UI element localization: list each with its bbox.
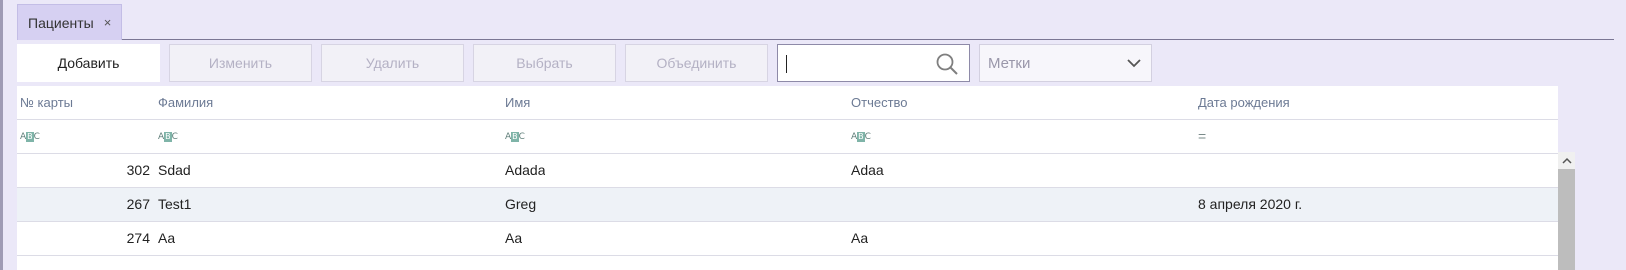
search-field[interactable] <box>777 44 970 82</box>
cell-first-name: Aa <box>505 230 523 246</box>
cell-first-name: Adada <box>505 162 546 178</box>
cell-first-name: Greg <box>505 196 537 212</box>
cell-card-number: 267 <box>126 196 150 212</box>
text-caret <box>786 55 787 73</box>
chevron-up-icon[interactable] <box>1558 152 1575 169</box>
toolbar: Добавить Изменить Удалить Выбрать Объеди… <box>17 44 1152 82</box>
tags-select-placeholder: Метки <box>988 54 1031 72</box>
delete-button[interactable]: Удалить <box>321 44 464 82</box>
cell-last-name: Aa <box>158 230 176 246</box>
cell-patronymic: Aa <box>851 230 869 246</box>
table-row[interactable]: 267 Test1 Greg 8 апреля 2020 г. <box>17 188 1558 222</box>
add-button[interactable]: Добавить <box>17 44 160 82</box>
tab-bar: Пациенты × <box>17 0 1614 40</box>
tab-close-icon[interactable]: × <box>104 15 112 30</box>
edit-button[interactable]: Изменить <box>169 44 312 82</box>
tags-select[interactable]: Метки <box>979 44 1152 82</box>
cell-patronymic: Adaa <box>851 162 884 178</box>
cell-birth-date: 8 апреля 2020 г. <box>1198 196 1303 212</box>
scrollbar-thumb[interactable] <box>1558 169 1575 270</box>
window-left-border <box>0 0 3 270</box>
search-input[interactable] <box>786 48 936 78</box>
column-header-first-name[interactable]: Имя <box>505 86 530 119</box>
cell-card-number: 302 <box>126 162 150 178</box>
search-icon[interactable] <box>935 52 959 79</box>
column-header-card-number[interactable]: № карты <box>20 86 150 119</box>
select-button[interactable]: Выбрать <box>473 44 616 82</box>
abc-filter-icon[interactable]: ABC <box>505 120 525 153</box>
column-header-last-name[interactable]: Фамилия <box>158 86 213 119</box>
abc-filter-icon[interactable]: ABC <box>158 120 178 153</box>
patients-table: № карты Фамилия Имя Отчество Дата рожден… <box>17 86 1575 270</box>
table-filter-row: ABC ABC ABC ABC = <box>17 120 1558 154</box>
vertical-scrollbar[interactable] <box>1558 152 1575 270</box>
table-header-row: № карты Фамилия Имя Отчество Дата рожден… <box>17 86 1558 120</box>
column-header-birth-date[interactable]: Дата рождения <box>1198 86 1290 119</box>
column-header-patronymic[interactable]: Отчество <box>851 86 908 119</box>
cell-last-name: Sdad <box>158 162 191 178</box>
cell-last-name: Test1 <box>158 196 192 212</box>
merge-button[interactable]: Объединить <box>625 44 768 82</box>
abc-filter-icon[interactable]: ABC <box>20 120 150 153</box>
cell-card-number: 274 <box>126 230 150 246</box>
equals-filter-icon[interactable]: = <box>1198 120 1206 153</box>
abc-filter-icon[interactable]: ABC <box>851 120 871 153</box>
tab-patients-label: Пациенты <box>28 14 94 31</box>
chevron-down-icon <box>1127 55 1141 72</box>
tab-patients[interactable]: Пациенты × <box>17 4 123 40</box>
table-row[interactable]: 302 Sdad Adada Adaa <box>17 154 1558 188</box>
table-row[interactable]: 274 Aa Aa Aa <box>17 222 1558 256</box>
